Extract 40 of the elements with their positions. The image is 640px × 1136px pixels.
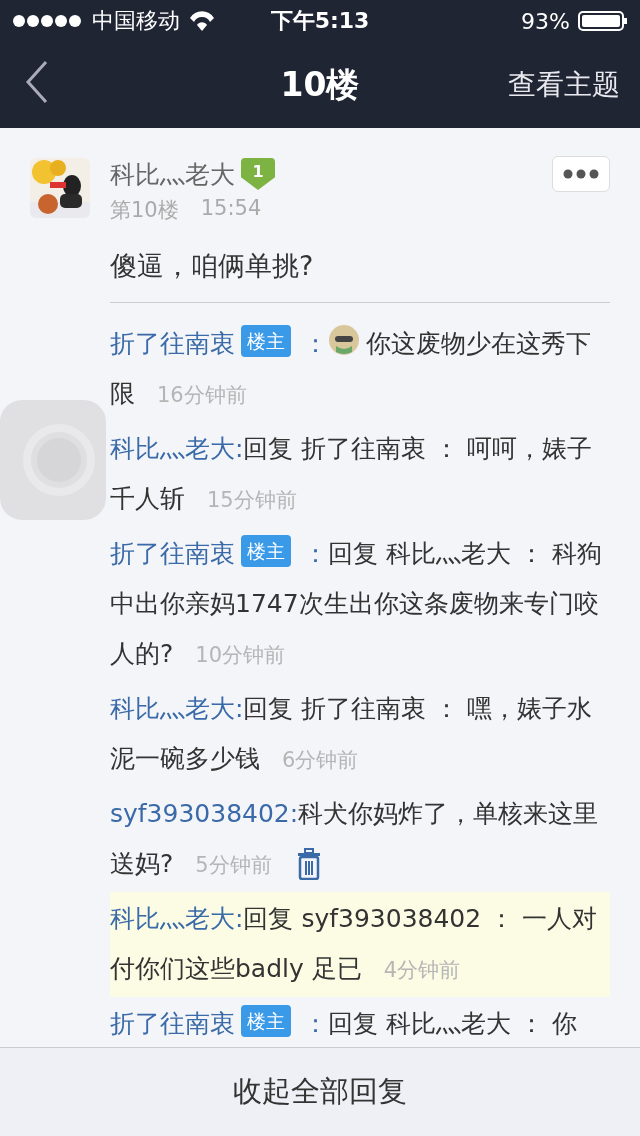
floor-number: 第10楼	[110, 197, 179, 224]
author-link[interactable]: 科比灬老大	[110, 694, 235, 723]
author-link[interactable]: 折了往南衷	[110, 329, 235, 358]
reply-text: 折了往南衷 楼主 ：回复 科比灬老大 ： 你	[110, 997, 610, 1047]
reply-text: 科比灬老大:回复 折了往南衷 ： 呵呵，婊子千人斩 15分钟前	[110, 433, 594, 515]
battery-percent: 93%	[521, 8, 570, 34]
level-badge: 1	[241, 158, 275, 190]
back-icon	[24, 59, 50, 104]
reply-time: 4分钟前	[383, 958, 461, 982]
author-link[interactable]: 折了往南衷	[110, 539, 235, 568]
author-link[interactable]: syf393038402	[110, 799, 290, 828]
reply-text: 折了往南衷 楼主 ： 你这废物少在这秀下限 16分钟前	[110, 317, 610, 422]
reply-time: 15分钟前	[207, 488, 297, 512]
page-title: 10楼	[280, 64, 360, 104]
reply-text: 折了往南衷 楼主 ：回复 科比灬老大 ： 科狗中出你亲妈1747次生出你这条废物来专门咬人的? 10分钟前	[110, 527, 610, 682]
reply-text: syf393038402:科犬你妈炸了，单核来这里送妈? 5分钟前	[110, 798, 600, 882]
clock-time: 下午5:13	[270, 7, 370, 35]
host-badge: 楼主	[241, 1005, 291, 1037]
reply-text: 科比灬老大:回复 syf393038402 ： 一人对付你们这些badly 足已 4分钟前	[110, 892, 610, 997]
reply-time: 16分钟前	[157, 383, 247, 407]
author-link[interactable]: 折了往南衷	[110, 1009, 235, 1038]
carrier-name: 中国移动	[92, 7, 180, 35]
more-button[interactable]	[552, 156, 610, 192]
reply-time: 10分钟前	[195, 643, 285, 667]
reply-text: 科比灬老大:回复 折了往南衷 ： 嘿，婊子水泥一碗多少钱 6分钟前	[110, 693, 594, 775]
reply-time: 5分钟前	[195, 853, 272, 877]
reply-time: 6分钟前	[282, 748, 359, 772]
author-link[interactable]: 科比灬老大	[110, 904, 235, 933]
author-link[interactable]: 科比灬老大	[110, 434, 235, 463]
post-time: 15:54	[200, 196, 262, 222]
host-badge: 楼主	[241, 325, 291, 357]
author-name[interactable]: 科比灬老大	[110, 157, 235, 191]
trash-icon[interactable]	[295, 848, 322, 880]
signal-icon	[12, 13, 84, 29]
more-icon	[563, 169, 599, 179]
battery-icon	[578, 11, 628, 31]
post-text: 傻逼，咱俩单挑?	[110, 249, 315, 283]
wifi-icon	[188, 10, 216, 32]
host-badge: 楼主	[241, 535, 291, 567]
view-topic-button[interactable]: 查看主题	[508, 66, 620, 104]
